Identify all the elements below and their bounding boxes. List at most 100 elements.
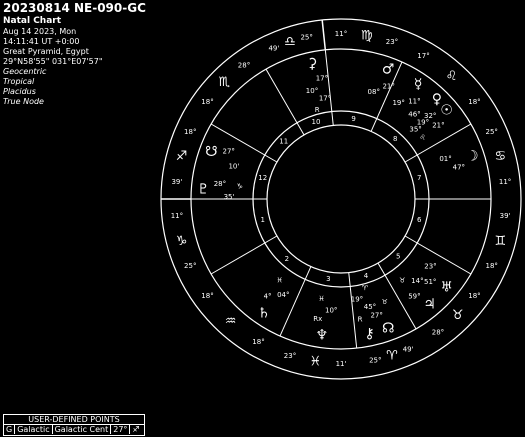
udp-degree: 27°	[111, 425, 131, 434]
ceres-icon: ⚳	[307, 56, 317, 72]
cusp-degree-7: 11°	[499, 178, 511, 186]
cusp-minute-4: 11'	[336, 360, 347, 368]
cusp-minute-5: 49'	[403, 346, 414, 354]
neptune-label-2: 10°	[325, 307, 337, 315]
mercury-icon: ☿	[414, 77, 423, 93]
moon-icon: ☽	[466, 148, 479, 164]
venus-label-2: 46°	[408, 110, 420, 118]
chiron-label-4: ♈	[362, 284, 369, 292]
cusp-degree-10: 25°	[300, 34, 312, 42]
jupiter-label-3: ♉	[399, 276, 405, 284]
cusp-minute-2: 25°	[184, 262, 196, 270]
house-number-10: 10	[312, 118, 321, 126]
cusp-degree-6: 18°	[486, 262, 498, 270]
udp-symbol: G	[4, 425, 16, 434]
moon-label-1: 47°	[453, 163, 465, 171]
ring-3	[266, 124, 416, 274]
sun-label-3: ♌	[419, 134, 425, 142]
scorpio-icon: ♏	[218, 75, 230, 90]
user-defined-points-heading: USER-DEFINED POINTS	[4, 415, 144, 425]
cusp-minute-8: 25°	[486, 128, 498, 136]
house-number-2: 2	[285, 255, 289, 263]
mars-label-2: 08°	[368, 88, 380, 96]
saturn-label-3: ♓	[276, 276, 282, 284]
jupiter-label-2: 14°	[411, 277, 423, 285]
planet-glyphs: ♇ 28°35'♑☋ 27°10'♄4° 04°♓♆Rx10°♓⚷R45°19°♈☊2…	[197, 56, 478, 344]
ceres-label-3: 17°	[319, 94, 331, 102]
south-node-label-1: 27°	[222, 147, 234, 155]
cusp-line-2	[210, 235, 278, 275]
neptune-icon: ♆	[316, 328, 329, 344]
leo-icon: ♌	[446, 69, 458, 84]
aquarius-icon: ♒	[225, 314, 237, 329]
pluto-icon: ♇	[197, 181, 210, 197]
cusp-degree-3: 23°	[284, 352, 296, 360]
cusp-line-4	[348, 272, 358, 349]
house-number-12: 12	[258, 174, 267, 182]
cusp-minute-10: 11°	[335, 30, 347, 38]
cusp-degree-9: 23°	[386, 38, 398, 46]
user-defined-points-box: USER-DEFINED POINTS G Galactic Galactic …	[3, 414, 145, 436]
chiron-icon: ⚷	[365, 326, 375, 342]
capricorn-icon: ♑	[176, 234, 188, 249]
cusp-degree-2: 18°	[201, 292, 213, 300]
gemini-icon: ♊	[495, 234, 507, 249]
sagittarius-icon: ♐	[176, 149, 188, 164]
uranus-label-2: 23°	[424, 262, 436, 270]
user-defined-point-row[interactable]: G Galactic Galactic Cent 27° ♐	[4, 425, 144, 434]
virgo-icon: ♍	[361, 29, 373, 44]
ceres-label-4: R	[315, 106, 320, 114]
sun-label-1: 21°	[432, 122, 444, 130]
cusp-degree-5: 28°	[432, 328, 444, 336]
aries-icon: ♈	[386, 348, 398, 363]
ceres-label-1: 17°	[316, 75, 328, 83]
pluto-label-1: 28°	[214, 180, 226, 188]
natal-chart-wheel: 123 456789101112 ♑♒♓ ♈♉♊♋♌♍♎♏♐ 11°39'18°25…	[160, 18, 522, 380]
moon-label-2: 01°	[439, 155, 451, 163]
uranus-label-1: 51°	[424, 278, 436, 286]
mars-icon: ♂	[382, 61, 395, 77]
cusp-degree-12: 18°	[184, 128, 196, 136]
pisces-icon: ♓	[309, 354, 321, 369]
venus-label-1: 32°	[424, 112, 436, 120]
saturn-icon: ♄	[258, 305, 271, 321]
cusp-degree-1: 11°	[171, 212, 183, 220]
saturn-label-1: 4°	[264, 292, 272, 300]
sun-icon: ☉	[440, 102, 453, 118]
cusp-degree-4: 25°	[369, 356, 381, 364]
cusp-line-11	[265, 68, 305, 136]
cusp-minute-12: 18°	[201, 98, 213, 106]
cusp-minute-7: 39'	[500, 212, 511, 220]
cancer-icon: ♋	[495, 149, 507, 164]
cusp-minute-1: 39'	[171, 178, 182, 186]
cusp-minute-3: 18°	[252, 338, 264, 346]
house-number-5: 5	[396, 252, 400, 260]
mercury-label-2: 19°	[392, 99, 404, 107]
house-number-1: 1	[261, 216, 265, 224]
mars-label-1: 21°	[382, 83, 394, 91]
house-number-8: 8	[393, 135, 397, 143]
chiron-label-3: 19°	[351, 296, 363, 304]
pluto-label-3: ♑	[237, 183, 243, 191]
libra-icon: ♎	[284, 35, 296, 50]
udp-short-name: Galactic	[15, 425, 53, 434]
neptune-label-3: ♓	[318, 295, 324, 303]
house-number-6: 6	[417, 216, 422, 224]
asc-mc-arrows	[161, 19, 327, 200]
cusp-line-3	[279, 266, 312, 337]
north-node-label-1: 27°	[370, 312, 382, 320]
north-node-icon: ☊	[382, 321, 394, 337]
ceres-label-2: 10°	[306, 87, 318, 95]
saturn-label-2: 04°	[277, 291, 289, 299]
pluto-label-2: 35'	[224, 193, 235, 201]
neptune-label-1: Rx	[313, 315, 322, 323]
mercury-label-1: 11°	[408, 98, 420, 106]
cusp-minute-9: 17°	[417, 52, 429, 60]
venus-label-3: 35°	[409, 125, 421, 133]
south-node-label-2: 10'	[228, 162, 239, 170]
house-cusp-lines	[191, 49, 491, 349]
house-number-3: 3	[326, 275, 330, 283]
jupiter-icon: ♃	[423, 297, 436, 313]
cusp-minute-11: 49'	[268, 44, 279, 52]
cusp-line-10	[324, 49, 334, 126]
